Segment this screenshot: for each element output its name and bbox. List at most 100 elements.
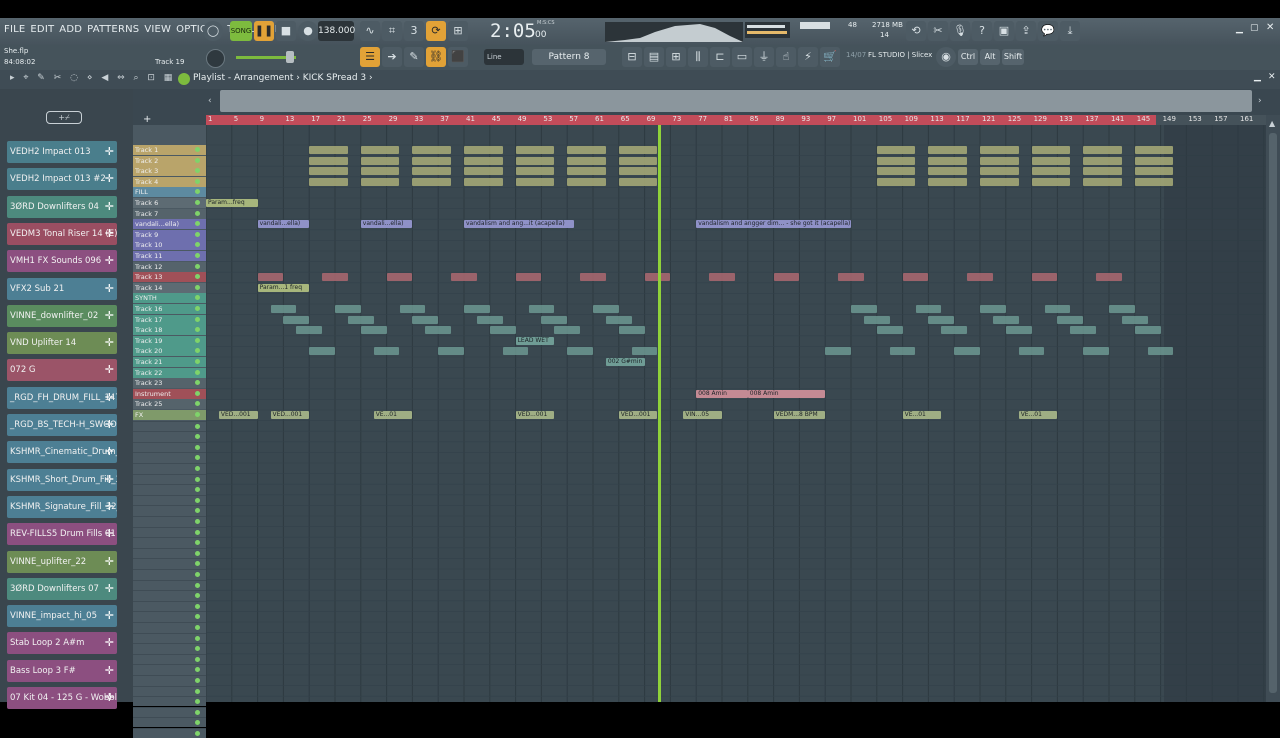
track-mute-led[interactable] [195, 359, 200, 364]
pattern-clip[interactable] [1135, 178, 1174, 186]
pattern-clip[interactable] [632, 347, 658, 355]
scroll-right-icon[interactable]: › [1258, 96, 1262, 106]
track-mute-led[interactable] [195, 200, 200, 205]
drag-add-icon[interactable]: ✛ [105, 250, 114, 272]
step-sequencer-icon[interactable]: ⊞ [666, 47, 686, 67]
playlist-clip[interactable]: VE...01 [374, 411, 413, 419]
track-mute-led[interactable] [195, 593, 200, 598]
picker-item[interactable]: VND Uplifter 14✛ [7, 332, 117, 354]
pattern-clip[interactable] [1057, 316, 1083, 324]
pattern-clip[interactable] [412, 167, 451, 175]
track-mute-led[interactable] [195, 412, 200, 417]
pattern-clip[interactable] [412, 178, 451, 186]
pattern-clip[interactable] [258, 273, 284, 281]
drag-add-icon[interactable]: ✛ [105, 223, 114, 245]
pattern-clip[interactable] [1148, 347, 1174, 355]
pattern-clip[interactable] [928, 167, 967, 175]
empty-track-slot[interactable] [133, 474, 206, 484]
track-header[interactable]: Track 22 [133, 368, 206, 378]
pattern-clip[interactable] [825, 347, 851, 355]
drag-add-icon[interactable]: ✛ [105, 168, 114, 190]
pattern-clip[interactable] [309, 157, 348, 165]
shop-icon[interactable]: 🛒 [820, 47, 840, 67]
track-header[interactable]: Track 12 [133, 262, 206, 272]
empty-track-slot[interactable] [133, 633, 206, 643]
alt-key[interactable]: Alt [980, 49, 1000, 65]
picker-toggle-icon[interactable]: +⌿ [46, 111, 82, 124]
track-mute-led[interactable] [195, 179, 200, 184]
cut-tool-icon[interactable]: ✂ [928, 21, 948, 41]
pattern-clip[interactable] [980, 178, 1019, 186]
drag-add-icon[interactable]: ✛ [105, 359, 114, 381]
pattern-clip[interactable] [580, 273, 606, 281]
pattern-select[interactable]: Pattern 8 [532, 49, 606, 65]
pattern-clip[interactable] [425, 326, 451, 334]
pattern-clip[interactable] [464, 146, 503, 154]
pattern-clip[interactable] [877, 326, 903, 334]
snap-select[interactable]: Line [484, 49, 524, 65]
stop-icon[interactable]: ■ [276, 21, 296, 41]
track-mute-led[interactable] [195, 519, 200, 524]
pattern-clip[interactable] [309, 146, 348, 154]
arrow-icon[interactable]: ➔ [382, 47, 402, 67]
picker-item[interactable]: KSHMR_Cinematic_Drum_L...✛ [7, 441, 117, 463]
track-header[interactable]: Track 20 [133, 346, 206, 356]
pattern-clip[interactable] [1032, 273, 1058, 281]
playlist-clip[interactable]: 008 Amin [748, 390, 825, 398]
drag-add-icon[interactable]: ✛ [105, 551, 114, 573]
track-header[interactable]: Track 4 [133, 177, 206, 187]
track-header[interactable]: Track 10 [133, 240, 206, 250]
pattern-clip[interactable] [516, 157, 555, 165]
track-mute-led[interactable] [195, 424, 200, 429]
track-header[interactable]: Track 16 [133, 304, 206, 314]
pattern-clip[interactable] [567, 157, 606, 165]
pattern-clip[interactable] [490, 326, 516, 334]
pattern-clip[interactable] [1135, 146, 1174, 154]
plugin-icon[interactable]: ⏚ [754, 47, 774, 67]
playlist-clip[interactable]: VED...001 [219, 411, 258, 419]
pattern-clip[interactable] [1006, 326, 1032, 334]
pattern-clip[interactable] [916, 305, 942, 313]
track-header[interactable]: vandali...ella) [133, 219, 206, 229]
playlist-overview[interactable] [220, 90, 1252, 112]
track-mute-led[interactable] [195, 646, 200, 651]
drag-add-icon[interactable]: ✛ [105, 332, 114, 354]
playlist-clip[interactable]: VE...01 [1019, 411, 1058, 419]
playlist-clip[interactable]: VE...01 [903, 411, 942, 419]
track-header[interactable]: FILL [133, 187, 206, 197]
piano-roll-icon[interactable]: ⊟ [622, 47, 642, 67]
pattern-clip[interactable] [387, 273, 413, 281]
pattern-clip[interactable] [1135, 157, 1174, 165]
empty-track-slot[interactable] [133, 707, 206, 717]
pattern-clip[interactable] [412, 146, 451, 154]
track-mute-led[interactable] [195, 434, 200, 439]
pause-icon[interactable]: ❚❚ [254, 21, 274, 41]
picker-item[interactable]: 3ØRD Downlifters 04✛ [7, 196, 117, 218]
pattern-clip[interactable] [361, 178, 400, 186]
playlist-clip[interactable]: VEDM...8 BPM [774, 411, 826, 419]
pattern-clip[interactable] [980, 146, 1019, 154]
track-mute-led[interactable] [195, 370, 200, 375]
empty-track-slot[interactable] [133, 643, 206, 653]
track-mute-led[interactable] [195, 657, 200, 662]
track-mute-led[interactable] [195, 689, 200, 694]
pattern-clip[interactable] [619, 167, 658, 175]
track-mute-led[interactable] [195, 317, 200, 322]
pattern-clip[interactable] [1070, 326, 1096, 334]
track-mute-led[interactable] [195, 572, 200, 577]
playlist-clip[interactable]: vandali...ella) [258, 220, 310, 228]
export-icon[interactable]: ⇪ [1016, 21, 1036, 41]
empty-track-slot[interactable] [133, 421, 206, 431]
pattern-clip[interactable] [567, 178, 606, 186]
channel-rack-icon[interactable]: ▤ [644, 47, 664, 67]
track-header[interactable]: Track 13 [133, 272, 206, 282]
pattern-clip[interactable] [877, 178, 916, 186]
empty-track-slot[interactable] [133, 696, 206, 706]
shift-key[interactable]: Shift [1002, 49, 1024, 65]
track-mute-led[interactable] [195, 604, 200, 609]
pattern-clip[interactable] [980, 305, 1006, 313]
track-mute-led[interactable] [195, 614, 200, 619]
pattern-clip[interactable] [928, 146, 967, 154]
pattern-clip[interactable] [928, 157, 967, 165]
pattern-clip[interactable] [1135, 167, 1174, 175]
